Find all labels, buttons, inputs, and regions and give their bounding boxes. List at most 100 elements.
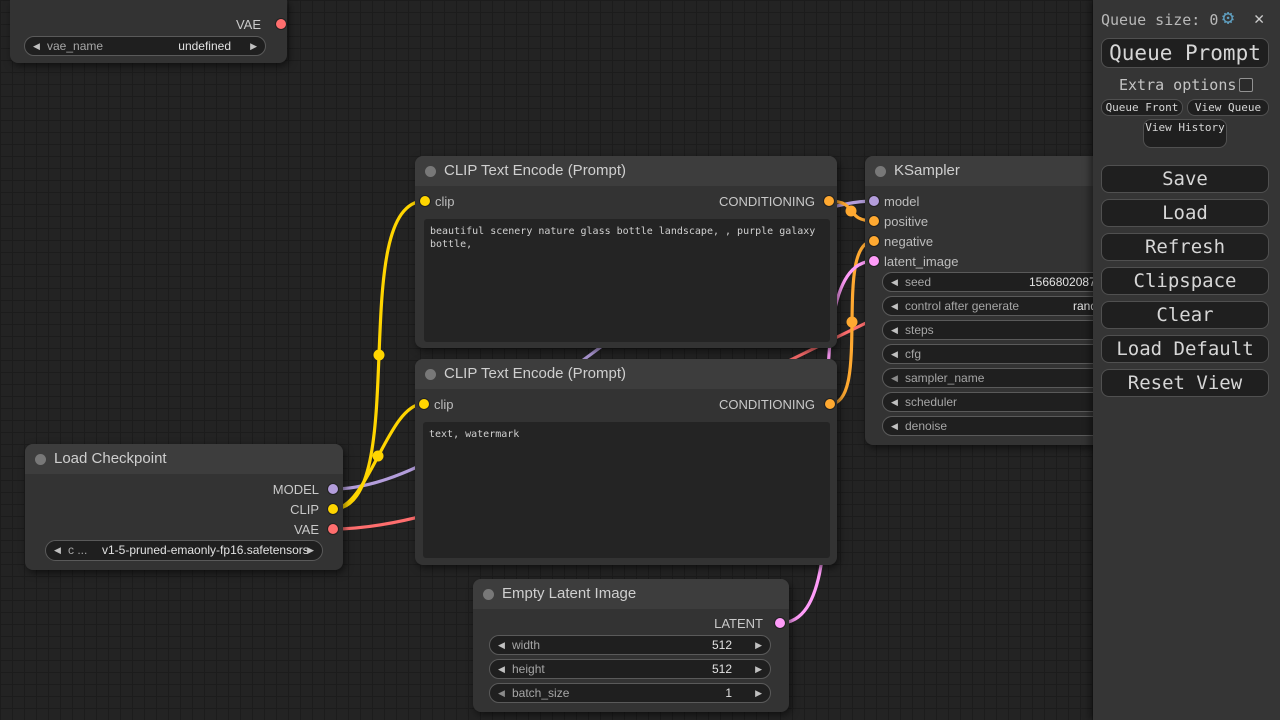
node-title-bar[interactable]: Empty Latent Image <box>473 579 789 609</box>
widget-label: scheduler <box>905 395 958 409</box>
right-arrow-icon[interactable]: ▶ <box>755 636 762 654</box>
left-arrow-icon[interactable]: ◀ <box>498 660 505 678</box>
negative-input-dot[interactable] <box>869 236 879 246</box>
collapse-dot-icon[interactable] <box>35 454 46 465</box>
latent-output-dot[interactable] <box>775 618 785 628</box>
clip-output-dot[interactable] <box>328 504 338 514</box>
widget-value: 1 <box>725 686 732 700</box>
model-output-dot[interactable] <box>328 484 338 494</box>
widget-label: width <box>512 638 541 652</box>
save-button[interactable]: Save <box>1101 165 1269 193</box>
widget-label: denoise <box>905 419 948 433</box>
right-arrow-icon[interactable]: ▶ <box>307 541 314 559</box>
ckpt-name-widget[interactable]: ◀ c ... v1-5-pruned-emaonly-fp16.safeten… <box>45 540 323 561</box>
widget-label: c ... <box>68 543 88 557</box>
right-arrow-icon[interactable]: ▶ <box>755 660 762 678</box>
node-graph-canvas[interactable]: VAE ◀ vae_name undefined ▶ CLIP Text Enc… <box>0 0 1280 720</box>
left-arrow-icon[interactable]: ◀ <box>33 37 40 55</box>
positive-input-dot[interactable] <box>869 216 879 226</box>
link-dot <box>373 349 385 361</box>
left-arrow-icon[interactable]: ◀ <box>498 636 505 654</box>
positive-input-label: positive <box>884 214 929 229</box>
settings-gear-icon[interactable]: ⚙ <box>1222 7 1234 27</box>
vae-name-widget[interactable]: ◀ vae_name undefined ▶ <box>24 36 266 56</box>
left-arrow-icon[interactable]: ◀ <box>891 345 898 363</box>
left-arrow-icon[interactable]: ◀ <box>891 417 898 435</box>
widget-value: undefined <box>178 39 231 53</box>
empty-latent-image-node[interactable]: Empty Latent Image LATENT ◀ width 512 ▶ … <box>473 579 789 712</box>
clear-button[interactable]: Clear <box>1101 301 1269 329</box>
link-dot <box>372 450 384 462</box>
left-arrow-icon[interactable]: ◀ <box>891 273 898 291</box>
clip-text-encode-positive-node[interactable]: CLIP Text Encode (Prompt) clip CONDITION… <box>415 156 837 348</box>
vae-output-dot[interactable] <box>276 19 286 29</box>
left-arrow-icon[interactable]: ◀ <box>891 297 898 315</box>
height-widget[interactable]: ◀ height 512 ▶ <box>489 659 771 679</box>
clip-input-label: clip <box>434 397 454 412</box>
widget-label: control after generate <box>905 299 1020 313</box>
queue-front-button[interactable]: Queue Front <box>1101 99 1183 116</box>
collapse-dot-icon[interactable] <box>875 166 886 177</box>
node-title-bar[interactable]: CLIP Text Encode (Prompt) <box>415 359 837 389</box>
extra-options-label: Extra options <box>1119 76 1237 94</box>
right-arrow-icon[interactable]: ▶ <box>755 684 762 702</box>
vae-output-label: VAE <box>235 17 261 32</box>
close-icon[interactable]: ✕ <box>1254 9 1264 29</box>
clipspace-button[interactable]: Clipspace <box>1101 267 1269 295</box>
widget-label: height <box>512 662 545 676</box>
node-title: Empty Latent Image <box>502 585 637 602</box>
prompt-textarea[interactable]: beautiful scenery nature glass bottle la… <box>424 219 830 342</box>
conditioning-output-label: CONDITIONING <box>718 194 815 209</box>
clip-input-label: clip <box>435 194 455 209</box>
collapse-dot-icon[interactable] <box>425 369 436 380</box>
batch-size-widget[interactable]: ◀ batch_size 1 ▶ <box>489 683 771 703</box>
view-queue-button[interactable]: View Queue <box>1187 99 1269 116</box>
widget-label: cfg <box>905 347 922 361</box>
conditioning-output-dot[interactable] <box>825 399 835 409</box>
conditioning-output-dot[interactable] <box>824 196 834 206</box>
clip-input-dot[interactable] <box>419 399 429 409</box>
widget-value: 512 <box>711 662 732 676</box>
vae-output-dot[interactable] <box>328 524 338 534</box>
left-arrow-icon[interactable]: ◀ <box>891 321 898 339</box>
latent-output-label: LATENT <box>714 616 763 631</box>
load-vae-node[interactable]: VAE ◀ vae_name undefined ▶ <box>10 0 287 63</box>
node-title-bar[interactable]: Load Checkpoint <box>25 444 343 474</box>
collapse-dot-icon[interactable] <box>425 166 436 177</box>
left-arrow-icon[interactable]: ◀ <box>498 684 505 702</box>
widget-label: vae_name <box>47 39 104 53</box>
extra-options-checkbox[interactable] <box>1239 78 1253 92</box>
view-history-button[interactable]: View History <box>1143 119 1227 148</box>
width-widget[interactable]: ◀ width 512 ▶ <box>489 635 771 655</box>
refresh-button[interactable]: Refresh <box>1101 233 1269 261</box>
queue-prompt-button[interactable]: Queue Prompt <box>1101 38 1269 68</box>
left-arrow-icon[interactable]: ◀ <box>891 369 898 387</box>
collapse-dot-icon[interactable] <box>483 589 494 600</box>
node-title: CLIP Text Encode (Prompt) <box>444 162 627 179</box>
prompt-textarea[interactable]: text, watermark <box>423 422 830 558</box>
reset-view-button[interactable]: Reset View <box>1101 369 1269 397</box>
queue-size-label: Queue size: 0 <box>1101 11 1219 29</box>
widget-label: batch_size <box>512 686 570 700</box>
model-input-dot[interactable] <box>869 196 879 206</box>
load-checkpoint-node[interactable]: Load Checkpoint MODEL CLIP VAE ◀ c ... v… <box>25 444 343 570</box>
latent-input-dot[interactable] <box>869 256 879 266</box>
conditioning-output-label: CONDITIONING <box>718 397 815 412</box>
model-input-label: model <box>884 194 920 209</box>
node-title: KSampler <box>894 162 960 179</box>
node-title: CLIP Text Encode (Prompt) <box>444 365 627 382</box>
left-arrow-icon[interactable]: ◀ <box>891 393 898 411</box>
clip-text-encode-negative-node[interactable]: CLIP Text Encode (Prompt) clip CONDITION… <box>415 359 837 565</box>
left-arrow-icon[interactable]: ◀ <box>54 541 61 559</box>
load-default-button[interactable]: Load Default <box>1101 335 1269 363</box>
widget-label: sampler_name <box>905 371 985 385</box>
clip-input-dot[interactable] <box>420 196 430 206</box>
load-button[interactable]: Load <box>1101 199 1269 227</box>
widget-label: steps <box>905 323 934 337</box>
link-dot <box>845 205 857 217</box>
widget-value: 15668020871 <box>1029 275 1103 289</box>
right-arrow-icon[interactable]: ▶ <box>250 37 257 55</box>
vae-output-label: VAE <box>293 522 319 537</box>
link-dot <box>846 316 858 328</box>
node-title-bar[interactable]: CLIP Text Encode (Prompt) <box>415 156 837 186</box>
